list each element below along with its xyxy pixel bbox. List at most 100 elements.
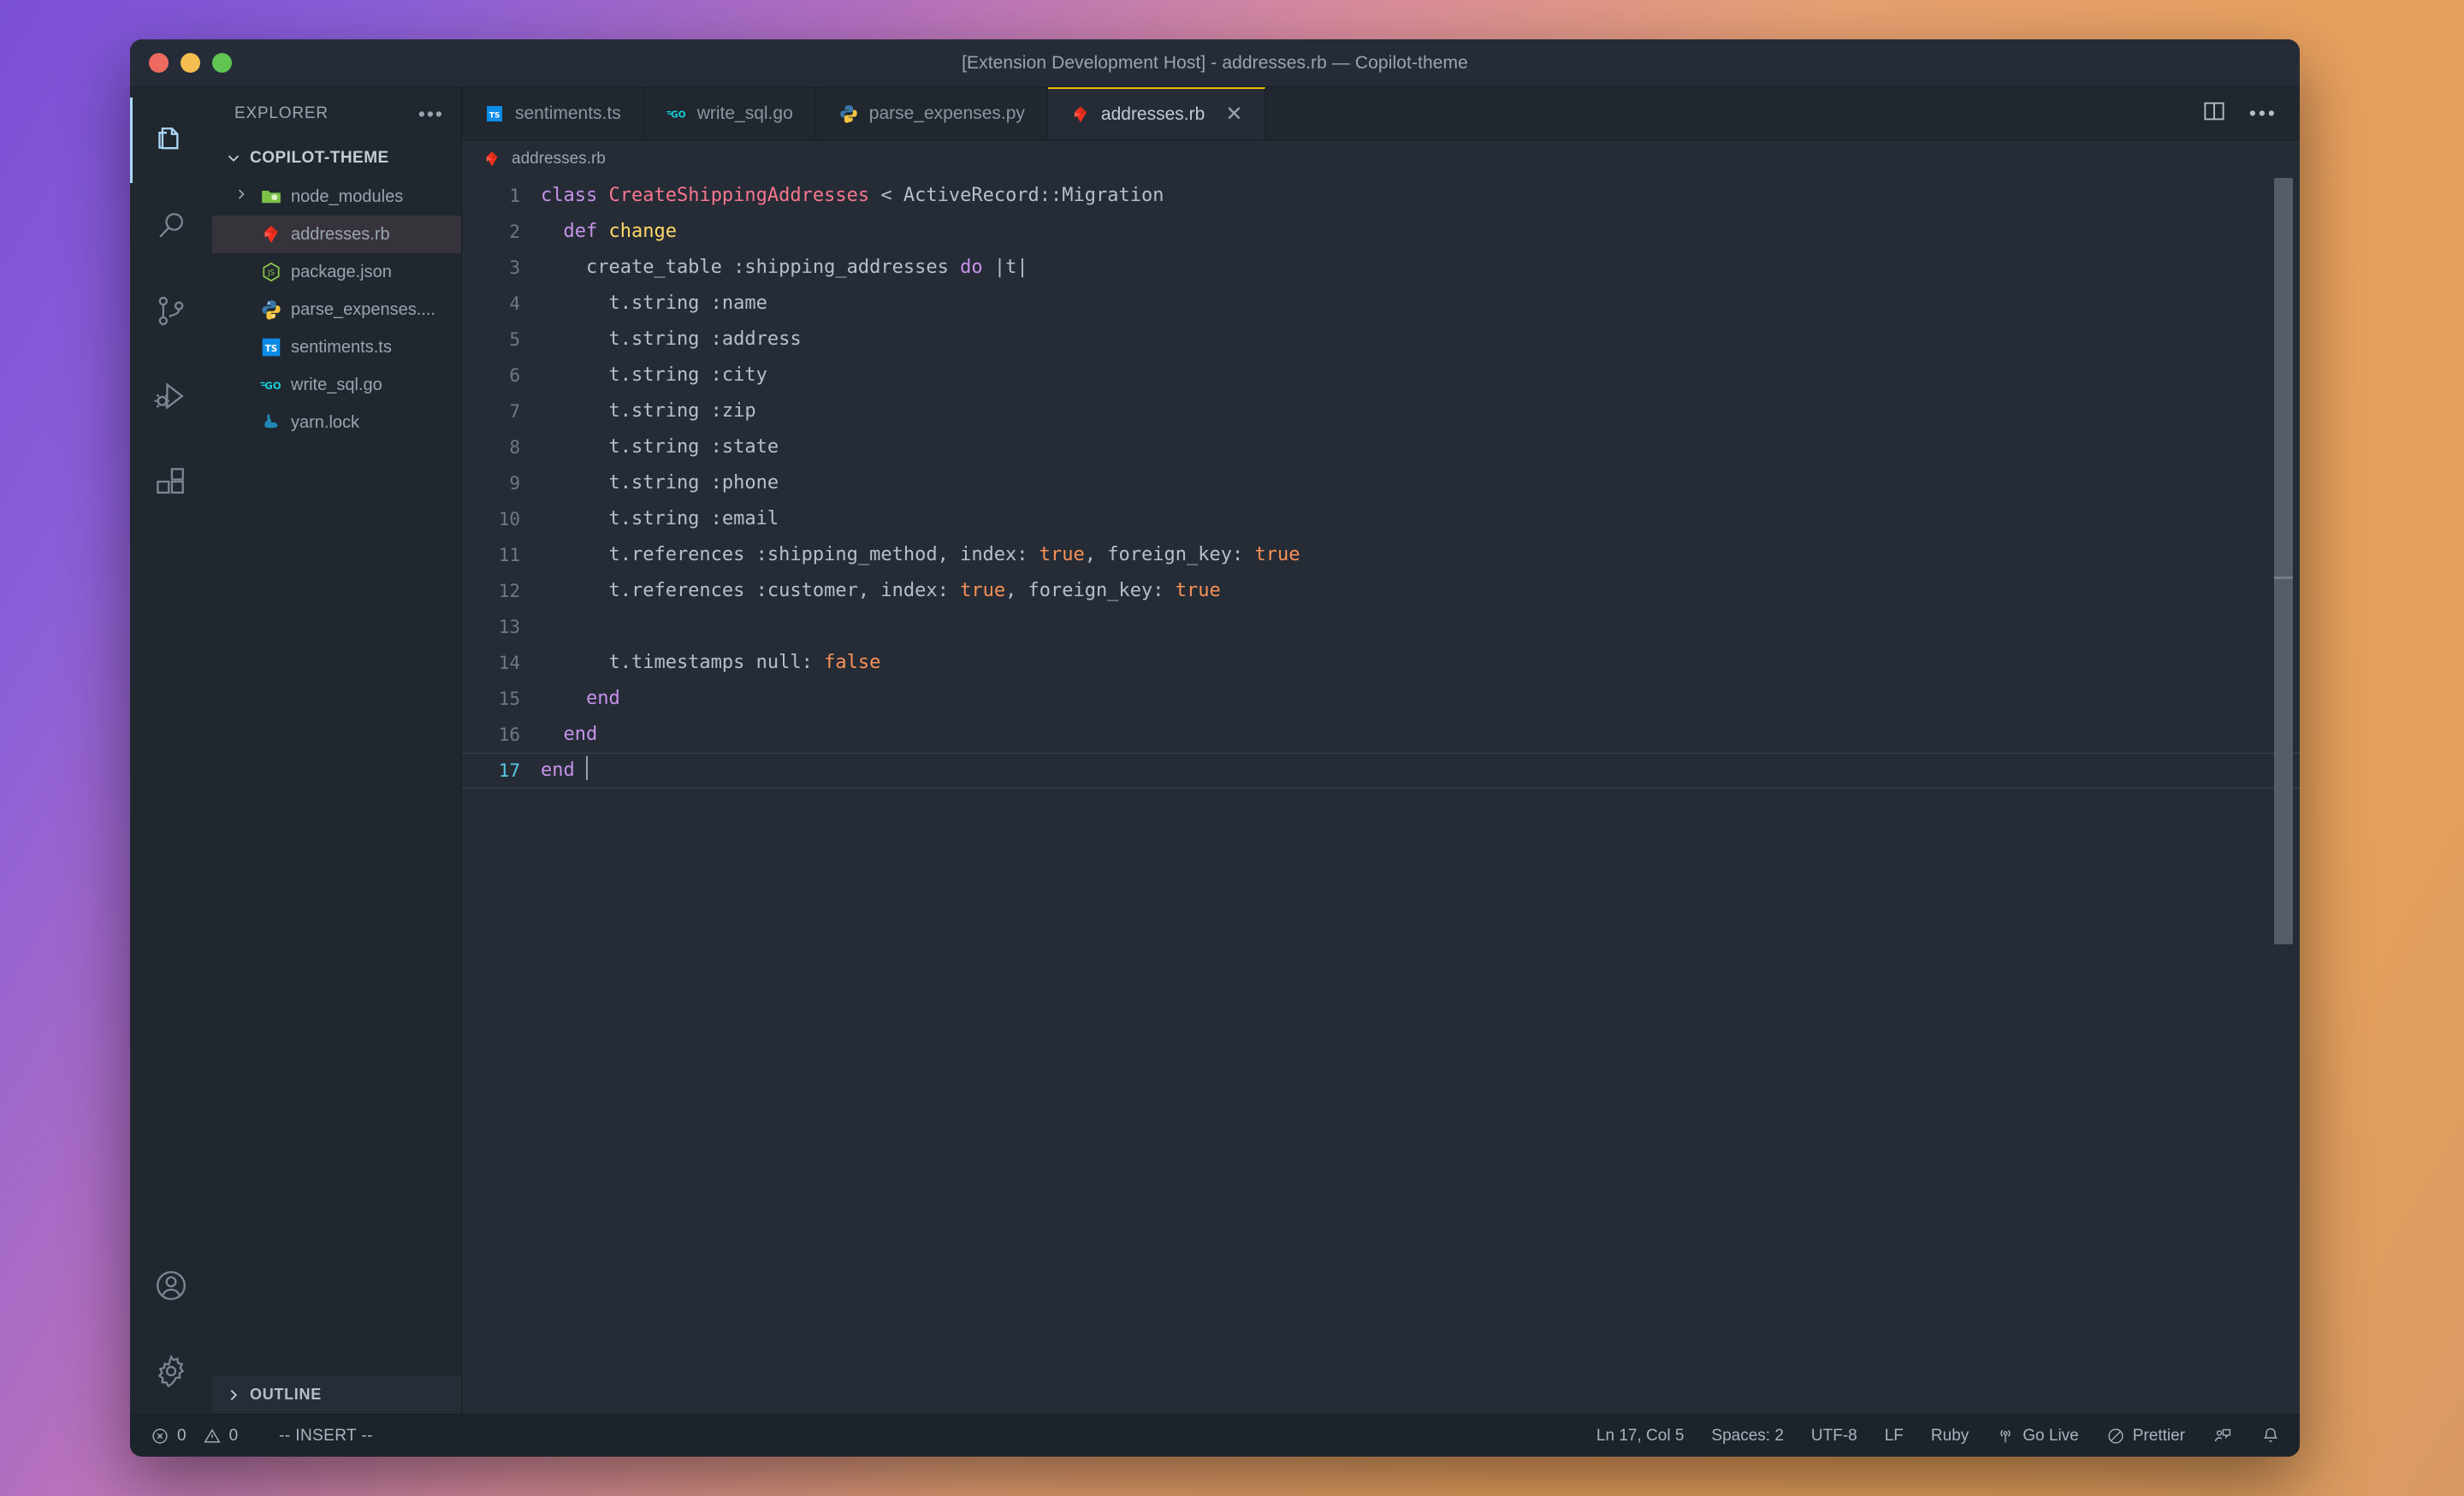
activity-bar-item-run-and-debug[interactable] xyxy=(130,354,212,440)
sidebar-title: EXPLORER xyxy=(234,104,329,123)
file-label: package.json xyxy=(291,263,392,282)
file-label: parse_expenses.... xyxy=(291,300,435,320)
tab-bar-spacer xyxy=(1265,87,2178,139)
code-line: 12 t.references :customer, index: true, … xyxy=(462,573,2300,609)
files-icon xyxy=(152,121,190,159)
file-label: yarn.lock xyxy=(291,413,359,433)
status-eol[interactable]: LF xyxy=(1871,1415,1917,1458)
tab-label: parse_expenses.py xyxy=(869,103,1025,124)
broadcast-icon xyxy=(1996,1427,2015,1446)
activity-bar-item-source-control[interactable] xyxy=(130,269,212,354)
activity-bar-item-extensions[interactable] xyxy=(130,440,212,525)
ellipsis-icon[interactable]: ••• xyxy=(2249,103,2277,123)
status-bar-left: 0 0 -- INSERT -- xyxy=(130,1415,373,1458)
file-tree-item-sentiments-ts[interactable]: TS sentiments.ts xyxy=(212,328,461,366)
status-language-mode[interactable]: Ruby xyxy=(1917,1415,1982,1458)
window-title: [Extension Development Host] - addresses… xyxy=(130,53,2300,74)
activity-bar-item-manage[interactable] xyxy=(130,1328,212,1414)
outline-section-header[interactable]: OUTLINE xyxy=(212,1375,461,1414)
account-icon xyxy=(152,1267,190,1304)
line-number: 5 xyxy=(462,322,541,358)
chevron-right-icon xyxy=(233,186,252,208)
file-tree-item-parse-expenses-py[interactable]: parse_expenses.... xyxy=(212,291,461,328)
explorer-folder-root[interactable]: COPILOT-THEME xyxy=(212,140,461,176)
prettier-check-icon xyxy=(2106,1427,2125,1446)
feedback-icon xyxy=(2212,1426,2233,1446)
status-problems[interactable]: 0 0 xyxy=(151,1415,252,1458)
code-line: 9 t.string :phone xyxy=(462,465,2300,501)
line-number: 1 xyxy=(462,178,541,214)
editor-vertical-scrollbar[interactable] xyxy=(2274,178,2293,944)
code-text: end xyxy=(541,753,588,789)
close-window-button[interactable] xyxy=(149,53,169,73)
status-indentation[interactable]: Spaces: 2 xyxy=(1697,1415,1798,1458)
sidebar: EXPLORER ••• COPILOT-THEME node_mod xyxy=(212,87,462,1414)
gear-icon xyxy=(152,1352,190,1390)
chevron-down-icon xyxy=(224,149,243,168)
status-feedback[interactable] xyxy=(2199,1415,2247,1458)
minimize-window-button[interactable] xyxy=(181,53,200,73)
close-icon[interactable]: ✕ xyxy=(1225,104,1242,125)
status-prettier[interactable]: Prettier xyxy=(2093,1415,2199,1458)
editor-actions: ••• xyxy=(2179,87,2300,139)
activity-bar-item-accounts[interactable] xyxy=(130,1243,212,1328)
line-number: 10 xyxy=(462,501,541,537)
file-tree-item-node-modules[interactable]: node_modules xyxy=(212,178,461,216)
ruby-icon xyxy=(260,223,282,245)
warning-count: 0 xyxy=(229,1427,239,1446)
line-number: 9 xyxy=(462,465,541,501)
typescript-icon: TS xyxy=(484,103,505,124)
outline-label: OUTLINE xyxy=(250,1386,322,1404)
status-cursor-position[interactable]: Ln 17, Col 5 xyxy=(1583,1415,1697,1458)
code-line: 15 end xyxy=(462,681,2300,717)
code-line: 5 t.string :address xyxy=(462,322,2300,358)
breadcrumb[interactable]: addresses.rb xyxy=(462,140,2300,178)
go-icon: GO xyxy=(666,103,687,124)
editor-tab-addresses-rb[interactable]: addresses.rb ✕ xyxy=(1048,87,1266,139)
file-label: write_sql.go xyxy=(291,375,382,395)
code-text: t.string :name xyxy=(541,286,767,322)
editor-tab-write-sql-go[interactable]: GO write_sql.go xyxy=(644,87,816,139)
status-notifications[interactable] xyxy=(2247,1415,2281,1458)
code-line: 17end xyxy=(462,753,2300,789)
text-cursor xyxy=(586,756,588,780)
warning-icon xyxy=(203,1427,222,1446)
code-text: t.references :shipping_method, index: tr… xyxy=(541,537,1300,573)
code-text: end xyxy=(541,717,597,753)
activity-bar-item-search[interactable] xyxy=(130,183,212,269)
bell-icon xyxy=(2260,1426,2281,1446)
folder-icon xyxy=(260,186,282,208)
file-label: addresses.rb xyxy=(291,225,390,245)
prettier-label: Prettier xyxy=(2133,1427,2185,1446)
status-go-live[interactable]: Go Live xyxy=(1982,1415,2092,1458)
line-number: 3 xyxy=(462,250,541,286)
editor-tab-sentiments-ts[interactable]: TS sentiments.ts xyxy=(462,87,644,139)
code-text: t.string :address xyxy=(541,322,802,358)
sidebar-more-actions-icon[interactable]: ••• xyxy=(418,104,444,124)
window-controls xyxy=(130,53,232,73)
editor-tab-parse-expenses-py[interactable]: parse_expenses.py xyxy=(816,87,1048,139)
file-tree: node_modules addresses.rb JS package.jso… xyxy=(212,176,461,1375)
search-icon xyxy=(152,207,190,245)
ruby-icon xyxy=(481,148,503,170)
activity-bar-item-explorer[interactable] xyxy=(130,98,212,183)
file-tree-item-addresses-rb[interactable]: addresses.rb xyxy=(212,216,461,253)
chevron-right-icon xyxy=(224,1386,243,1404)
svg-text:TS: TS xyxy=(265,344,277,354)
tab-label: sentiments.ts xyxy=(515,103,621,124)
file-tree-item-write-sql-go[interactable]: GO write_sql.go xyxy=(212,366,461,404)
status-encoding[interactable]: UTF-8 xyxy=(1798,1415,1871,1458)
vscode-window: [Extension Development Host] - addresses… xyxy=(130,39,2300,1457)
code-editor[interactable]: 1class CreateShippingAddresses < ActiveR… xyxy=(462,178,2300,1414)
line-number: 4 xyxy=(462,286,541,322)
line-number: 2 xyxy=(462,214,541,250)
file-tree-item-package-json[interactable]: JS package.json xyxy=(212,253,461,291)
status-bar: 0 0 -- INSERT -- Ln 17, Col 5 Spaces: 2 … xyxy=(130,1414,2300,1457)
python-icon xyxy=(260,299,282,321)
error-count: 0 xyxy=(177,1427,187,1446)
zoom-window-button[interactable] xyxy=(212,53,232,73)
svg-text:GO: GO xyxy=(264,380,281,392)
file-tree-item-yarn-lock[interactable]: yarn.lock xyxy=(212,404,461,441)
split-editor-icon[interactable] xyxy=(2201,98,2227,128)
code-text: create_table :shipping_addresses do |t| xyxy=(541,250,1028,286)
